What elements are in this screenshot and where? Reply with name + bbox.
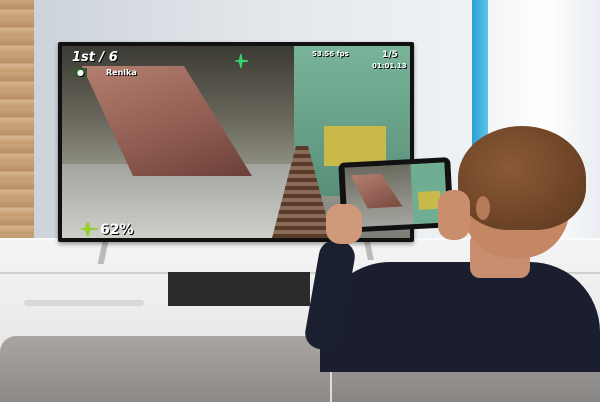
player-badge: ●: [74, 68, 87, 77]
tablet-game-ramp: [351, 173, 403, 210]
right-hand: [438, 190, 470, 240]
person-torso: [320, 262, 600, 372]
person-ear: [476, 196, 490, 220]
left-hand: [326, 204, 362, 244]
sofa-cushion-left: [0, 336, 330, 402]
wood-panel: [0, 0, 34, 245]
lap-time: 01:01.13: [372, 62, 407, 70]
player-name: Renika: [106, 68, 137, 77]
cabinet-handle: [24, 300, 144, 306]
race-position: 1st / 6: [72, 50, 118, 65]
cabinet-slot: [168, 272, 310, 306]
fps-counter: 53.56 fps: [312, 50, 349, 58]
game-ramp: [82, 66, 252, 176]
lap-counter: 1/5: [382, 50, 398, 60]
leaf-icon: [234, 54, 248, 68]
living-room-scene: 1st / 6 ● Renika 53.56 fps 1/5 01:01.13 …: [0, 0, 600, 402]
speed-percent: 62%: [100, 222, 134, 238]
